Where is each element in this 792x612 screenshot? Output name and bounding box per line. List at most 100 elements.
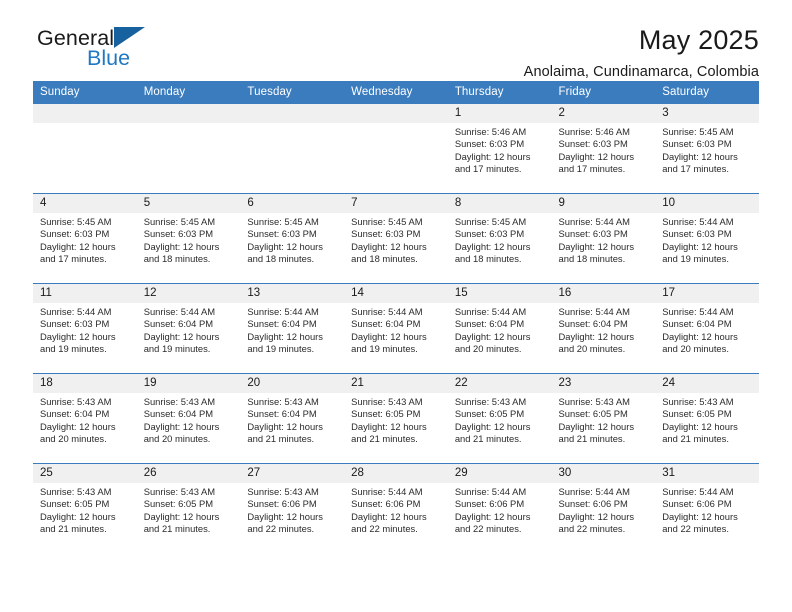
- calendar-day-cell[interactable]: 28 Sunrise: 5:44 AM Sunset: 6:06 PM Dayligh…: [344, 463, 448, 554]
- sunset-time: Sunset: 6:05 PM: [662, 408, 732, 420]
- calendar-day-cell[interactable]: 1 Sunrise: 5:46 AM Sunset: 6:03 PM Daylight…: [447, 103, 552, 194]
- calendar-day-cell[interactable]: 8 Sunrise: 5:45 AM Sunset: 6:03 PM Daylight…: [447, 193, 552, 284]
- sunset-time: Sunset: 6:04 PM: [40, 408, 110, 420]
- day-cell-inner: 24 Sunrise: 5:43 AM Sunset: 6:05 PM Dayligh…: [655, 374, 759, 463]
- sunset-time: Sunset: 6:04 PM: [351, 318, 421, 330]
- calendar-day-cell[interactable]: 14 Sunrise: 5:44 AM Sunset: 6:04 PM Dayligh…: [344, 283, 448, 374]
- calendar-day-cell[interactable]: 25 Sunrise: 5:43 AM Sunset: 6:05 PM Dayligh…: [33, 463, 137, 554]
- calendar-day-cell[interactable]: 29 Sunrise: 5:44 AM Sunset: 6:06 PM Dayligh…: [447, 463, 552, 554]
- sun-info: Sunrise: 5:44 AM Sunset: 6:03 PM Daylight:…: [655, 213, 759, 266]
- calendar-day-cell[interactable]: 31 Sunrise: 5:44 AM Sunset: 6:06 PM Dayligh…: [655, 463, 759, 554]
- calendar-day-cell[interactable]: 27 Sunrise: 5:43 AM Sunset: 6:06 PM Dayligh…: [240, 463, 345, 554]
- calendar-day-cell[interactable]: 16 Sunrise: 5:44 AM Sunset: 6:04 PM Dayligh…: [551, 283, 656, 374]
- sunrise-time: Sunrise: 5:43 AM: [40, 486, 112, 497]
- weekday-header-wednesday: Wednesday: [344, 81, 448, 104]
- day-cell-inner: 13 Sunrise: 5:44 AM Sunset: 6:04 PM Dayligh…: [240, 284, 345, 373]
- sun-info: Sunrise: 5:46 AM Sunset: 6:03 PM Daylight:…: [448, 123, 552, 176]
- day-cell-inner: 11 Sunrise: 5:44 AM Sunset: 6:03 PM Dayligh…: [33, 284, 137, 373]
- sun-info: Sunrise: 5:45 AM Sunset: 6:03 PM Daylight:…: [33, 213, 137, 266]
- calendar-day-cell[interactable]: 11 Sunrise: 5:44 AM Sunset: 6:03 PM Dayligh…: [33, 283, 137, 374]
- calendar-day-cell[interactable]: 12 Sunrise: 5:44 AM Sunset: 6:04 PM Dayligh…: [136, 283, 241, 374]
- day-number: 2: [551, 104, 656, 123]
- calendar-day-cell[interactable]: 9 Sunrise: 5:44 AM Sunset: 6:03 PM Daylight…: [551, 193, 656, 284]
- calendar-day-cell[interactable]: 5 Sunrise: 5:45 AM Sunset: 6:03 PM Daylight…: [136, 193, 241, 284]
- day-cell-inner: 31 Sunrise: 5:44 AM Sunset: 6:06 PM Dayligh…: [655, 464, 759, 554]
- daylight-duration: Daylight: 12 hours and 18 minutes.: [558, 240, 635, 265]
- calendar-day-cell[interactable]: 7 Sunrise: 5:45 AM Sunset: 6:03 PM Daylight…: [344, 193, 448, 284]
- day-cell-inner: [240, 104, 345, 193]
- daylight-duration: Daylight: 12 hours and 20 minutes.: [143, 420, 220, 445]
- weekday-header-row: Sunday Monday Tuesday Wednesday Thursday…: [33, 81, 759, 104]
- calendar-day-cell[interactable]: 26 Sunrise: 5:43 AM Sunset: 6:05 PM Dayligh…: [136, 463, 241, 554]
- sunset-time: Sunset: 6:05 PM: [351, 408, 421, 420]
- location-subtitle: Anolaima, Cundinamarca, Colombia: [523, 64, 759, 80]
- day-cell-inner: 5 Sunrise: 5:45 AM Sunset: 6:03 PM Daylight…: [136, 194, 241, 283]
- sun-info: Sunrise: 5:44 AM Sunset: 6:04 PM Daylight:…: [448, 303, 552, 356]
- calendar-day-cell[interactable]: 24 Sunrise: 5:43 AM Sunset: 6:05 PM Dayligh…: [655, 373, 759, 464]
- calendar-day-cell[interactable]: 13 Sunrise: 5:44 AM Sunset: 6:04 PM Dayligh…: [240, 283, 345, 374]
- daylight-duration: Daylight: 12 hours and 17 minutes.: [558, 150, 635, 175]
- sunset-time: Sunset: 6:03 PM: [662, 138, 732, 150]
- sun-info: Sunrise: 5:43 AM Sunset: 6:04 PM Daylight:…: [33, 393, 137, 446]
- calendar-day-cell[interactable]: 30 Sunrise: 5:44 AM Sunset: 6:06 PM Dayligh…: [551, 463, 656, 554]
- day-number: 28: [344, 464, 448, 483]
- calendar-day-cell[interactable]: 4 Sunrise: 5:45 AM Sunset: 6:03 PM Daylight…: [33, 193, 137, 284]
- calendar-day-cell[interactable]: 10 Sunrise: 5:44 AM Sunset: 6:03 PM Dayligh…: [655, 193, 759, 284]
- calendar-day-cell[interactable]: 6 Sunrise: 5:45 AM Sunset: 6:03 PM Daylight…: [240, 193, 345, 284]
- calendar-day-cell[interactable]: 18 Sunrise: 5:43 AM Sunset: 6:04 PM Dayligh…: [33, 373, 137, 464]
- calendar-day-cell-empty: [136, 103, 241, 194]
- daylight-duration: Daylight: 12 hours and 20 minutes.: [662, 330, 738, 355]
- calendar-day-cell[interactable]: 19 Sunrise: 5:43 AM Sunset: 6:04 PM Dayligh…: [136, 373, 241, 464]
- sunset-time: Sunset: 6:04 PM: [247, 408, 317, 420]
- brand-logo[interactable]: General Blue: [33, 24, 163, 76]
- day-number: 21: [344, 374, 448, 393]
- page-header: General Blue May 2025 Anolaima, Cundinam…: [33, 0, 759, 80]
- sunset-time: Sunset: 6:05 PM: [454, 408, 525, 420]
- sun-info: Sunrise: 5:44 AM Sunset: 6:04 PM Daylight:…: [552, 303, 656, 356]
- calendar-day-cell-empty: [240, 103, 345, 194]
- calendar-day-cell[interactable]: 17 Sunrise: 5:44 AM Sunset: 6:04 PM Dayligh…: [655, 283, 759, 374]
- sunset-time: Sunset: 6:03 PM: [351, 228, 421, 240]
- daylight-duration: Daylight: 12 hours and 18 minutes.: [247, 240, 323, 265]
- sunset-time: Sunset: 6:06 PM: [247, 498, 317, 510]
- sunrise-time: Sunrise: 5:43 AM: [351, 396, 423, 407]
- calendar-day-cell[interactable]: 15 Sunrise: 5:44 AM Sunset: 6:04 PM Dayligh…: [447, 283, 552, 374]
- day-number: 4: [33, 194, 137, 213]
- sunrise-time: Sunrise: 5:43 AM: [454, 396, 527, 407]
- sunrise-time: Sunrise: 5:44 AM: [662, 486, 734, 497]
- sun-info: Sunrise: 5:45 AM Sunset: 6:03 PM Daylight:…: [655, 123, 759, 176]
- weekday-header-tuesday: Tuesday: [240, 81, 345, 104]
- day-cell-inner: 7 Sunrise: 5:45 AM Sunset: 6:03 PM Daylight…: [344, 194, 448, 283]
- sunrise-time: Sunrise: 5:45 AM: [40, 216, 112, 227]
- day-cell-inner: 18 Sunrise: 5:43 AM Sunset: 6:04 PM Dayligh…: [33, 374, 137, 463]
- daylight-duration: Daylight: 12 hours and 17 minutes.: [40, 240, 116, 265]
- calendar-day-cell[interactable]: 20 Sunrise: 5:43 AM Sunset: 6:04 PM Dayligh…: [240, 373, 345, 464]
- calendar-day-cell[interactable]: 21 Sunrise: 5:43 AM Sunset: 6:05 PM Dayligh…: [344, 373, 448, 464]
- day-cell-inner: 1 Sunrise: 5:46 AM Sunset: 6:03 PM Daylight…: [447, 104, 552, 193]
- sunrise-time: Sunrise: 5:44 AM: [351, 486, 423, 497]
- day-number: 5: [136, 194, 241, 213]
- calendar-day-cell-empty: [344, 103, 448, 194]
- sun-info: Sunrise: 5:43 AM Sunset: 6:05 PM Daylight:…: [655, 393, 759, 446]
- daylight-duration: Daylight: 12 hours and 21 minutes.: [662, 420, 738, 445]
- sun-info: Sunrise: 5:45 AM Sunset: 6:03 PM Daylight:…: [240, 213, 344, 266]
- daylight-duration: Daylight: 12 hours and 20 minutes.: [558, 330, 635, 355]
- day-cell-inner: 3 Sunrise: 5:45 AM Sunset: 6:03 PM Daylight…: [655, 104, 759, 193]
- day-cell-inner: [136, 104, 241, 193]
- daylight-duration: Daylight: 12 hours and 22 minutes.: [351, 510, 427, 535]
- sunrise-time: Sunrise: 5:45 AM: [351, 216, 423, 227]
- day-cell-inner: 10 Sunrise: 5:44 AM Sunset: 6:03 PM Dayligh…: [655, 194, 759, 283]
- sunset-time: Sunset: 6:03 PM: [558, 138, 628, 150]
- day-cell-inner: 29 Sunrise: 5:44 AM Sunset: 6:06 PM Dayligh…: [447, 464, 552, 554]
- calendar-day-cell[interactable]: 3 Sunrise: 5:45 AM Sunset: 6:03 PM Daylight…: [655, 103, 759, 194]
- day-cell-inner: 12 Sunrise: 5:44 AM Sunset: 6:04 PM Dayligh…: [136, 284, 241, 373]
- calendar-day-cell[interactable]: 2 Sunrise: 5:46 AM Sunset: 6:03 PM Daylight…: [551, 103, 656, 194]
- sunrise-time: Sunrise: 5:46 AM: [558, 126, 630, 137]
- sunset-time: Sunset: 6:03 PM: [454, 228, 525, 240]
- daylight-duration: Daylight: 12 hours and 19 minutes.: [247, 330, 323, 355]
- calendar-day-cell[interactable]: 22 Sunrise: 5:43 AM Sunset: 6:05 PM Dayligh…: [447, 373, 552, 464]
- sun-info: Sunrise: 5:43 AM Sunset: 6:04 PM Daylight:…: [240, 393, 344, 446]
- day-cell-inner: 22 Sunrise: 5:43 AM Sunset: 6:05 PM Dayligh…: [447, 374, 552, 463]
- daylight-duration: Daylight: 12 hours and 22 minutes.: [558, 510, 635, 535]
- calendar-day-cell[interactable]: 23 Sunrise: 5:43 AM Sunset: 6:05 PM Dayligh…: [551, 373, 656, 464]
